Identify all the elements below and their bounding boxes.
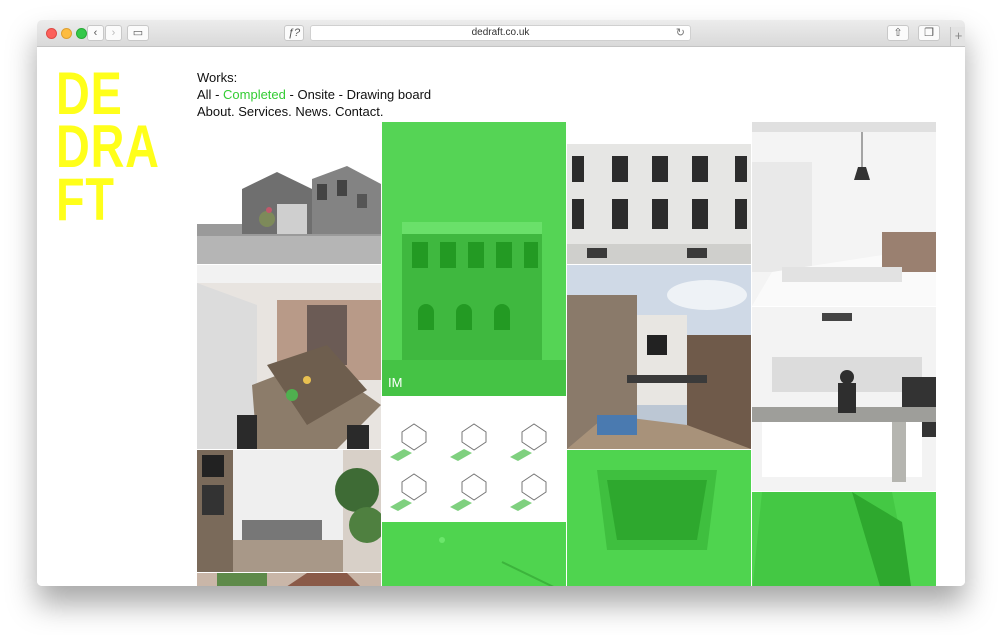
share-icon[interactable]: ⇧ — [887, 25, 909, 41]
house-render-image — [197, 166, 381, 264]
news-link[interactable]: News. — [295, 104, 331, 119]
services-link[interactable]: Services. — [238, 104, 291, 119]
works-heading: Works: — [197, 70, 238, 85]
minimize-window-icon[interactable] — [61, 28, 72, 39]
works-filter-bar: All - Completed - Onsite - Drawing board — [197, 86, 431, 103]
page-content: DE DRA FT Works: All - Completed - Onsit… — [37, 47, 965, 586]
project-tile-green-1[interactable] — [382, 522, 566, 586]
logo-line: FT — [56, 166, 115, 233]
terrace-facade-image — [567, 144, 751, 264]
project-label: IM — [388, 375, 403, 390]
interior-overlay-image — [382, 522, 566, 586]
project-tile-dining[interactable] — [197, 265, 381, 449]
new-tab-icon[interactable]: + — [950, 27, 965, 46]
project-tile-living[interactable] — [197, 450, 381, 572]
address-bar[interactable]: dedraft.co.uk ↻ — [310, 25, 691, 41]
filter-all[interactable]: All — [197, 87, 211, 102]
close-window-icon[interactable] — [46, 28, 57, 39]
dining-room-image — [197, 265, 381, 449]
project-tile-im[interactable]: IM — [382, 122, 566, 396]
contact-link[interactable]: Contact. — [335, 104, 383, 119]
filter-completed[interactable]: Completed — [223, 87, 286, 102]
filter-onsite[interactable]: Onsite — [297, 87, 335, 102]
construction-site-image — [567, 265, 751, 449]
browser-window: ‹ › ▭ ƒ? dedraft.co.uk ↻ ⇧ ❐ + DE DRA FT… — [37, 20, 965, 586]
separator: - — [285, 87, 298, 102]
forward-icon[interactable]: › — [105, 25, 122, 41]
skylight-overlay-image — [567, 450, 751, 586]
tabs-icon[interactable]: ❐ — [918, 25, 940, 41]
sidebar-icon[interactable]: ▭ — [127, 25, 149, 41]
site-navigation: Works: All - Completed - Onsite - Drawin… — [197, 69, 431, 120]
separator: - — [211, 87, 224, 102]
back-icon[interactable]: ‹ — [87, 25, 104, 41]
window-overlay-image — [752, 492, 936, 586]
living-room-image — [197, 450, 381, 572]
project-tile-rendering[interactable] — [197, 144, 381, 264]
page-links: About. Services. News. Contact. — [197, 103, 431, 120]
project-tile-kitchen-2[interactable] — [752, 307, 936, 491]
concrete-kitchen-image — [752, 307, 936, 491]
filter-drawing-board[interactable]: Drawing board — [347, 87, 432, 102]
about-link[interactable]: About. — [197, 104, 235, 119]
project-tile-construction[interactable] — [567, 265, 751, 449]
reader-button[interactable]: ƒ? — [284, 25, 304, 41]
project-tile-terrace[interactable] — [567, 144, 751, 264]
project-tile-exterior[interactable] — [197, 573, 381, 586]
reload-icon[interactable]: ↻ — [676, 26, 685, 40]
white-kitchen-image — [752, 122, 936, 306]
url-text: dedraft.co.uk — [471, 27, 530, 38]
project-tile-drawings[interactable] — [382, 397, 566, 521]
separator: - — [335, 87, 347, 102]
zoom-window-icon[interactable] — [76, 28, 87, 39]
exterior-image — [217, 573, 360, 586]
project-tile-green-3[interactable] — [752, 492, 936, 586]
project-tile-green-2[interactable] — [567, 450, 751, 586]
isometric-drawings-image — [390, 423, 547, 511]
project-tile-kitchen-1[interactable] — [752, 122, 936, 306]
browser-toolbar: ‹ › ▭ ƒ? dedraft.co.uk ↻ ⇧ ❐ — [37, 20, 965, 47]
dedraft-logo[interactable]: DE DRA FT — [56, 64, 160, 233]
victorian-building-image — [382, 122, 566, 396]
